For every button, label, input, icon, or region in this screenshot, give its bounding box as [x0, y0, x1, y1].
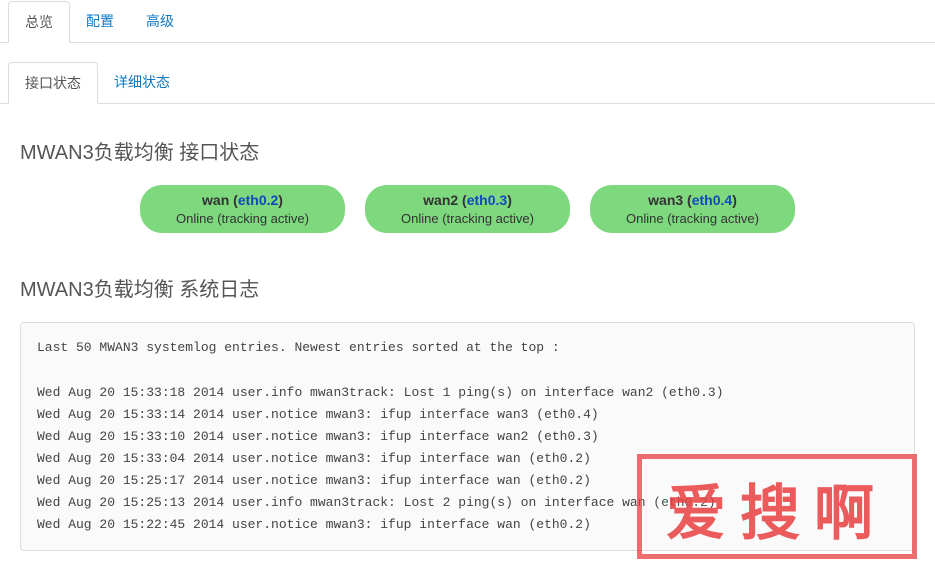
interface-state: Online (tracking active) — [373, 210, 562, 228]
section-log-title: MWAN3负载均衡 系统日志 — [20, 273, 915, 302]
tab-advanced[interactable]: 高级 — [130, 1, 190, 43]
log-line: Wed Aug 20 15:33:04 2014 user.notice mwa… — [37, 448, 898, 470]
interface-state: Online (tracking active) — [598, 210, 787, 228]
log-header: Last 50 MWAN3 systemlog entries. Newest … — [37, 337, 898, 359]
interface-name: wan3 — [648, 192, 683, 208]
interface-wan2: wan2 (eth0.3) Online (tracking active) — [365, 185, 570, 233]
interface-iface: eth0.2 — [238, 192, 278, 208]
interface-name: wan — [202, 192, 229, 208]
page-content: MWAN3负载均衡 接口状态 wan (eth0.2) Online (trac… — [0, 104, 935, 571]
log-line: Wed Aug 20 15:25:17 2014 user.notice mwa… — [37, 470, 898, 492]
tabs-sub: 接口状态 详细状态 — [0, 61, 935, 104]
tab-interface-status[interactable]: 接口状态 — [8, 62, 98, 104]
interface-iface: eth0.4 — [692, 192, 732, 208]
interface-state: Online (tracking active) — [148, 210, 337, 228]
tab-config[interactable]: 配置 — [70, 1, 130, 43]
tab-overview[interactable]: 总览 — [8, 1, 70, 43]
system-log: Last 50 MWAN3 systemlog entries. Newest … — [20, 322, 915, 551]
log-line: Wed Aug 20 15:33:10 2014 user.notice mwa… — [37, 426, 898, 448]
interface-iface: eth0.3 — [467, 192, 507, 208]
log-line: Wed Aug 20 15:22:45 2014 user.notice mwa… — [37, 514, 898, 536]
interface-status-row: wan (eth0.2) Online (tracking active) wa… — [20, 185, 915, 273]
interface-wan: wan (eth0.2) Online (tracking active) — [140, 185, 345, 233]
log-line: Wed Aug 20 15:25:13 2014 user.info mwan3… — [37, 492, 898, 514]
log-line: Wed Aug 20 15:33:14 2014 user.notice mwa… — [37, 404, 898, 426]
log-line: Wed Aug 20 15:33:18 2014 user.info mwan3… — [37, 382, 898, 404]
tab-detailed-status[interactable]: 详细状态 — [98, 62, 186, 104]
tabs-main: 总览 配置 高级 — [0, 0, 935, 43]
interface-wan3: wan3 (eth0.4) Online (tracking active) — [590, 185, 795, 233]
interface-name: wan2 — [423, 192, 458, 208]
section-interface-title: MWAN3负载均衡 接口状态 — [20, 136, 915, 165]
